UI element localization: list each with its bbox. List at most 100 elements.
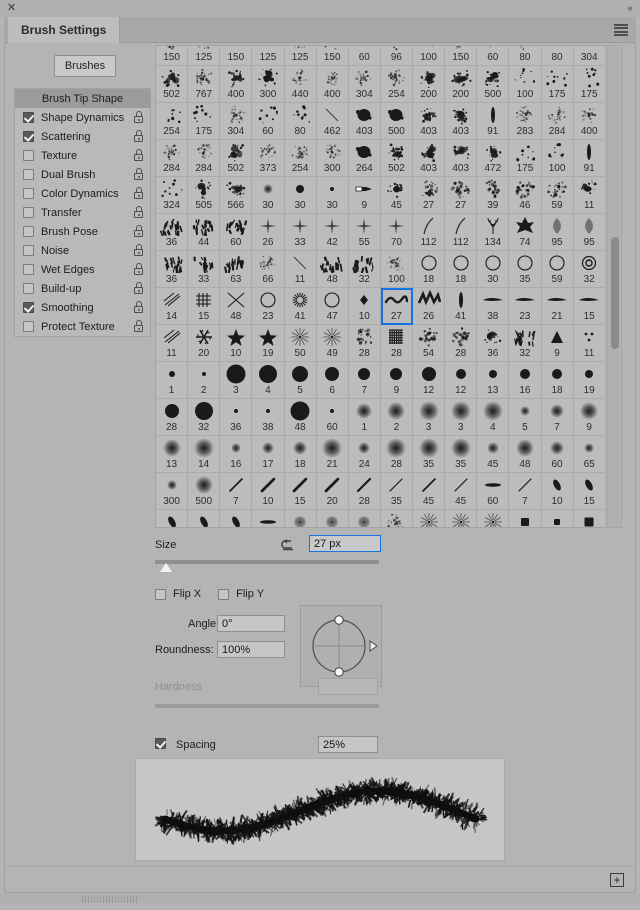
brush-option-row[interactable]: Wet Edges [15, 260, 150, 279]
brush-preset-cell[interactable]: 35 [380, 473, 413, 510]
brush-preset-cell[interactable]: 566 [220, 177, 253, 214]
brush-preset-cell[interactable]: 461 [445, 510, 478, 527]
brush-preset-cell[interactable]: 15 [573, 473, 606, 510]
brush-preset-cell[interactable]: 11 [541, 510, 574, 527]
brush-preset-cell[interactable]: 41 [284, 288, 317, 325]
panel-menu-icon[interactable] [614, 24, 628, 36]
brush-preset-cell[interactable]: 100 [380, 251, 413, 288]
brush-preset-cell[interactable]: 284 [188, 140, 221, 177]
brush-preset-cell[interactable]: 59 [541, 177, 574, 214]
brush-preset-cell[interactable]: 35 [188, 510, 221, 527]
brush-preset-cell[interactable]: 60 [348, 46, 381, 66]
brush-preset-cell[interactable]: 60 [316, 399, 349, 436]
lock-icon[interactable] [134, 168, 143, 180]
brush-preset-cell[interactable]: 8 [509, 510, 542, 527]
brush-option-row[interactable]: Color Dynamics [15, 184, 150, 203]
brush-preset-cell[interactable]: 60 [220, 214, 253, 251]
brush-option-row[interactable]: Noise [15, 241, 150, 260]
brush-preset-cell[interactable]: 60 [252, 103, 285, 140]
brush-preset-cell[interactable]: 10 [220, 325, 253, 362]
brush-preset-cell[interactable]: 14 [188, 436, 221, 473]
brush-preset-cell[interactable]: 74 [509, 214, 542, 251]
brush-preset-cell[interactable]: 20 [188, 325, 221, 362]
brush-preset-cell[interactable]: 284 [156, 140, 189, 177]
brush-preset-cell[interactable]: 304 [573, 46, 606, 66]
brush-preset-cell[interactable]: 11 [573, 177, 606, 214]
lock-icon[interactable] [134, 111, 143, 123]
brush-preset-cell[interactable]: 70 [380, 214, 413, 251]
brush-preset-cell[interactable]: 16 [220, 436, 253, 473]
brush-preset-cell[interactable]: 125 [252, 46, 285, 66]
brush-preset-cell[interactable]: 18 [413, 251, 446, 288]
brush-preset-cell[interactable]: 30 [477, 251, 510, 288]
brush-preset-cell[interactable]: 23 [509, 288, 542, 325]
brush-preset-cell[interactable]: 28 [348, 473, 381, 510]
brush-preset-cell[interactable]: 134 [477, 214, 510, 251]
brush-preset-cell[interactable]: 59 [541, 251, 574, 288]
brush-preset-cell[interactable]: 18 [284, 436, 317, 473]
brush-preset-cell[interactable]: 486 [477, 510, 510, 527]
brush-preset-cell[interactable]: 461 [413, 510, 446, 527]
brush-option-checkbox[interactable] [23, 283, 34, 294]
brush-option-row[interactable]: Dual Brush [15, 165, 150, 184]
brush-preset-cell[interactable]: 254 [380, 66, 413, 103]
brush-preset-cell[interactable]: 45 [413, 473, 446, 510]
grid-scrollbar-thumb[interactable] [611, 237, 619, 349]
brush-preset-cell[interactable]: 440 [284, 66, 317, 103]
brush-preset-cell[interactable]: 3 [413, 399, 446, 436]
brush-preset-cell[interactable]: 4 [477, 399, 510, 436]
brush-preset-cell[interactable]: 42 [316, 214, 349, 251]
brush-preset-cell[interactable]: 200 [413, 66, 446, 103]
brush-option-row[interactable]: Texture [15, 146, 150, 165]
brush-preset-cell[interactable]: 3 [220, 362, 253, 399]
brush-preset-cell[interactable]: 150 [316, 46, 349, 66]
brush-preset-cell[interactable]: 304 [220, 103, 253, 140]
brush-preset-cell[interactable]: 284 [541, 103, 574, 140]
brush-option-row[interactable]: Build-up [15, 279, 150, 298]
lock-icon[interactable] [134, 187, 143, 199]
brush-preset-cell[interactable]: 175 [188, 103, 221, 140]
brush-preset-cell[interactable]: 27 [445, 177, 478, 214]
brush-preset-cell[interactable]: 400 [220, 66, 253, 103]
brush-preset-cell[interactable]: 45 [477, 436, 510, 473]
brush-preset-cell[interactable]: 28 [348, 325, 381, 362]
brush-preset-cell[interactable]: 486 [380, 510, 413, 527]
brush-preset-cell[interactable]: 66 [252, 251, 285, 288]
brush-preset-cell[interactable]: 112 [445, 214, 478, 251]
brush-preset-cell[interactable]: 35 [509, 251, 542, 288]
size-value-input[interactable]: 27 px [309, 535, 381, 552]
brush-option-checkbox[interactable] [23, 321, 34, 332]
brush-preset-cell[interactable]: 6 [316, 362, 349, 399]
brush-preset-cell[interactable]: 48 [284, 399, 317, 436]
brush-preset-cell[interactable]: 30 [252, 177, 285, 214]
brush-preset-cell[interactable]: 26 [252, 214, 285, 251]
lock-icon[interactable] [134, 301, 143, 313]
brush-preset-cell[interactable]: 80 [284, 103, 317, 140]
brush-preset-cell[interactable]: 200 [445, 66, 478, 103]
brush-preset-cell[interactable]: 2 [188, 362, 221, 399]
brush-option-checkbox[interactable] [23, 264, 34, 275]
brush-preset-cell[interactable]: 10 [541, 473, 574, 510]
brush-preset-cell[interactable]: 283 [509, 103, 542, 140]
brush-option-checkbox[interactable] [23, 150, 34, 161]
brush-option-checkbox[interactable] [23, 131, 34, 142]
brush-preset-cell[interactable]: 502 [380, 140, 413, 177]
brush-preset-cell[interactable]: 32 [573, 251, 606, 288]
brushes-button[interactable]: Brushes [54, 55, 116, 77]
brush-preset-cell[interactable]: 91 [573, 140, 606, 177]
size-slider-knob[interactable] [160, 563, 173, 572]
close-icon[interactable]: ✕ [6, 3, 17, 14]
brush-preset-cell[interactable]: 23 [252, 288, 285, 325]
brush-preset-cell[interactable]: 7 [541, 399, 574, 436]
brush-preset-cell[interactable]: 254 [284, 140, 317, 177]
brush-preset-cell[interactable]: 4 [252, 362, 285, 399]
brush-preset-cell[interactable]: 35 [445, 436, 478, 473]
brush-preset-cell[interactable]: 60 [541, 436, 574, 473]
brush-option-checkbox[interactable] [23, 188, 34, 199]
lock-icon[interactable] [134, 244, 143, 256]
brush-preset-cell[interactable]: 112 [413, 214, 446, 251]
brush-preset-cell[interactable]: 45 [445, 473, 478, 510]
brush-option-row[interactable]: Smoothing [15, 298, 150, 317]
brush-preset-cell[interactable]: 12 [445, 362, 478, 399]
brush-preset-cell[interactable]: 264 [348, 140, 381, 177]
